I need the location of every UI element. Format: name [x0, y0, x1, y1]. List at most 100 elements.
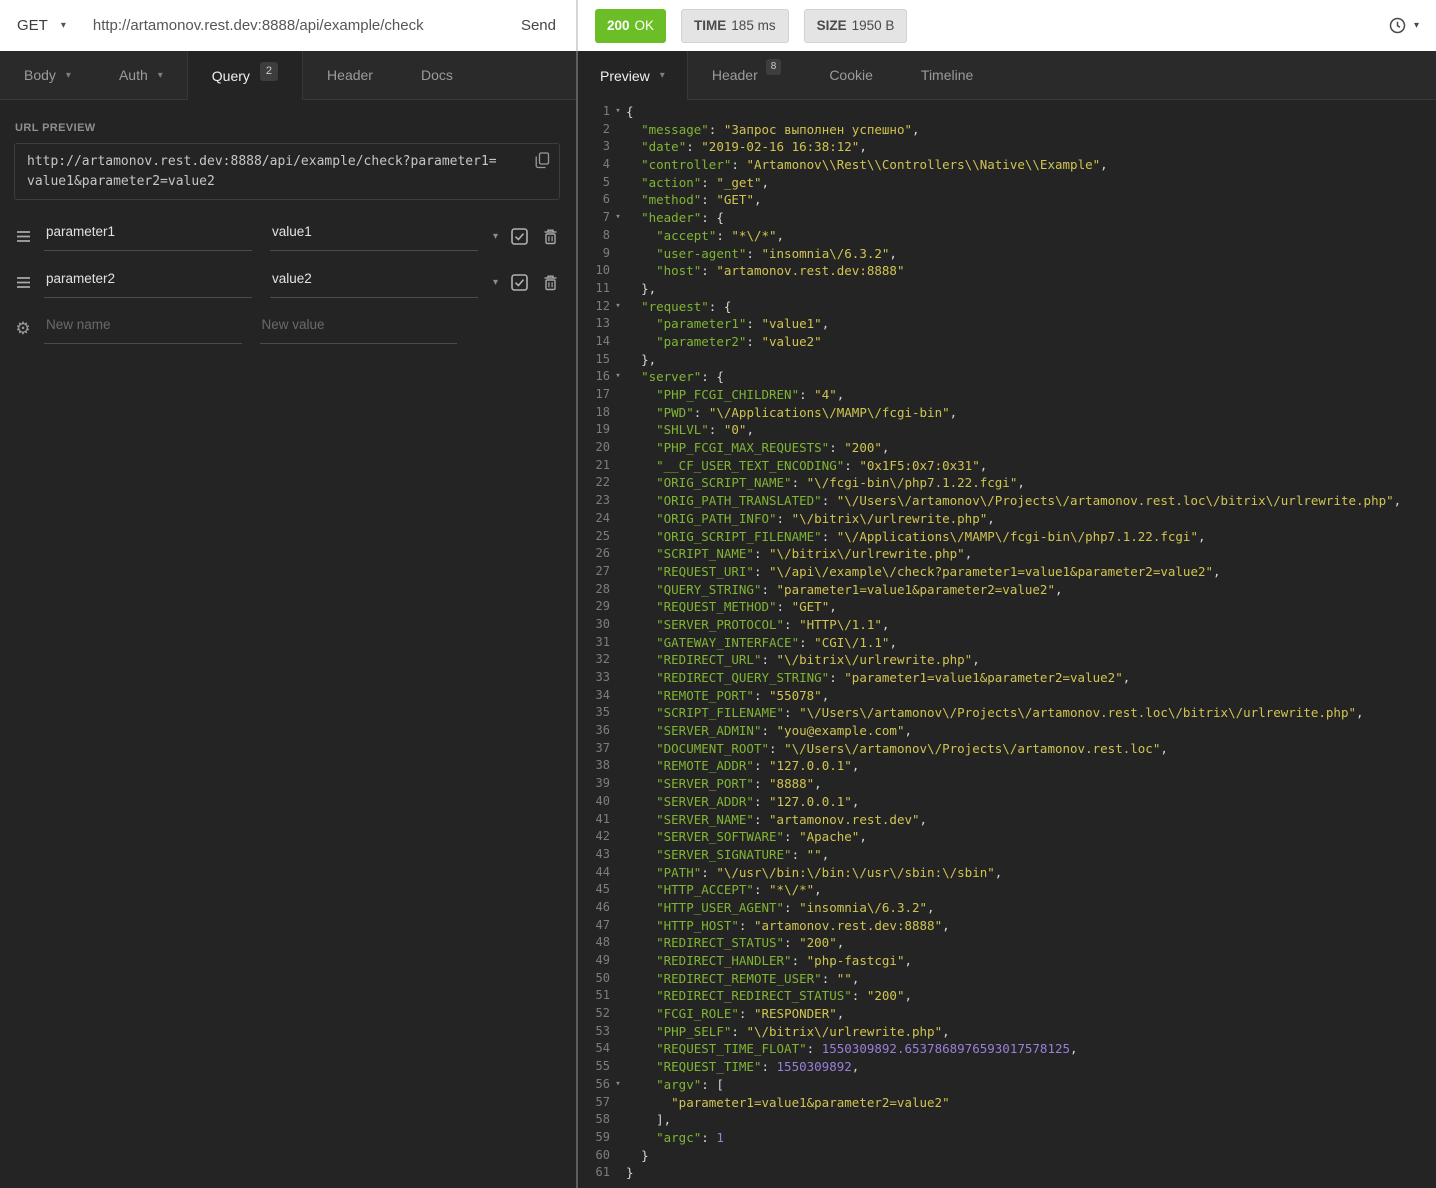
- trash-icon[interactable]: [541, 228, 559, 245]
- code-line: 42 "SERVER_SOFTWARE": "Apache",: [580, 828, 1436, 846]
- code-text: "message": "Запрос выполнен успешно",: [626, 121, 920, 139]
- code-text: "SERVER_SIGNATURE": "",: [626, 846, 829, 864]
- fold-gutter: [610, 280, 626, 298]
- tab-query[interactable]: Query 2: [187, 51, 303, 100]
- code-line: 6 "method": "GET",: [580, 191, 1436, 209]
- response-history-dropdown[interactable]: ▾: [1389, 17, 1419, 34]
- fold-gutter: [610, 722, 626, 740]
- url-input[interactable]: http://artamonov.rest.dev:8888/api/examp…: [93, 17, 521, 34]
- code-text: "SERVER_PROTOCOL": "HTTP\/1.1",: [626, 616, 889, 634]
- code-text: "HTTP_ACCEPT": "*\/*",: [626, 881, 822, 899]
- code-line: 25 "ORIG_SCRIPT_FILENAME": "\/Applicatio…: [580, 528, 1436, 546]
- code-line: 44 "PATH": "\/usr\/bin:\/bin:\/usr\/sbin…: [580, 864, 1436, 882]
- gear-icon[interactable]: ⚙: [14, 321, 32, 338]
- line-number: 35: [580, 704, 610, 722]
- query-param-row: ▾: [14, 213, 560, 260]
- tab-auth[interactable]: Auth ▾: [95, 51, 187, 99]
- line-number: 40: [580, 793, 610, 811]
- fold-toggle-icon[interactable]: ▾: [610, 298, 626, 316]
- code-text: "SERVER_NAME": "artamonov.rest.dev",: [626, 811, 927, 829]
- size-label: SIZE: [817, 18, 847, 33]
- line-number: 18: [580, 404, 610, 422]
- fold-toggle-icon[interactable]: ▾: [610, 103, 626, 121]
- code-text: "SCRIPT_FILENAME": "\/Users\/artamonov\/…: [626, 704, 1364, 722]
- code-line: 45 "HTTP_ACCEPT": "*\/*",: [580, 881, 1436, 899]
- tab-header[interactable]: Header: [303, 51, 397, 99]
- line-number: 19: [580, 421, 610, 439]
- url-preview-box: http://artamonov.rest.dev:8888/api/examp…: [14, 143, 560, 200]
- copy-icon[interactable]: [535, 152, 550, 169]
- code-line: 4 "controller": "Artamonov\\Rest\\Contro…: [580, 156, 1436, 174]
- code-text: "user-agent": "insomnia\/6.3.2",: [626, 245, 897, 263]
- request-pane: GET ▾ http://artamonov.rest.dev:8888/api…: [0, 0, 576, 1188]
- tab-cookie[interactable]: Cookie: [805, 51, 897, 99]
- code-line: 31 "GATEWAY_INTERFACE": "CGI\/1.1",: [580, 634, 1436, 652]
- code-line: 37 "DOCUMENT_ROOT": "\/Users\/artamonov\…: [580, 740, 1436, 758]
- code-text: "controller": "Artamonov\\Rest\\Controll…: [626, 156, 1108, 174]
- line-number: 12: [580, 298, 610, 316]
- fold-toggle-icon[interactable]: ▾: [610, 368, 626, 386]
- code-text: "REQUEST_TIME_FLOAT": 1550309892.6537868…: [626, 1040, 1078, 1058]
- fold-gutter: [610, 563, 626, 581]
- chevron-down-icon[interactable]: ▾: [493, 231, 498, 242]
- trash-icon[interactable]: [541, 274, 559, 291]
- new-param-name-input[interactable]: [44, 314, 242, 344]
- fold-gutter: [610, 704, 626, 722]
- line-number: 46: [580, 899, 610, 917]
- code-text: "SERVER_PORT": "8888",: [626, 775, 822, 793]
- new-param-value-input[interactable]: [260, 314, 458, 344]
- chevron-down-icon[interactable]: ▾: [493, 277, 498, 288]
- param-value-input[interactable]: [270, 268, 478, 298]
- fold-toggle-icon[interactable]: ▾: [610, 209, 626, 227]
- checkbox-checked-icon[interactable]: [510, 228, 528, 245]
- param-value-input[interactable]: [270, 221, 478, 251]
- line-number: 48: [580, 934, 610, 952]
- code-line: 28 "QUERY_STRING": "parameter1=value1&pa…: [580, 581, 1436, 599]
- drag-handle-icon[interactable]: [14, 276, 32, 289]
- fold-gutter: [610, 1164, 626, 1182]
- code-text: "SERVER_ADMIN": "you@example.com",: [626, 722, 912, 740]
- line-number: 49: [580, 952, 610, 970]
- tab-response-header[interactable]: Header 8: [688, 51, 805, 99]
- clock-icon: [1389, 17, 1406, 34]
- line-number: 42: [580, 828, 610, 846]
- response-body: 1▾{2 "message": "Запрос выполнен успешно…: [578, 100, 1436, 1188]
- code-text: "parameter1=value1&parameter2=value2": [626, 1094, 950, 1112]
- param-name-input[interactable]: [44, 221, 252, 251]
- method-dropdown[interactable]: GET ▾: [17, 17, 66, 34]
- fold-gutter: [610, 740, 626, 758]
- code-line: 27 "REQUEST_URI": "\/api\/example\/check…: [580, 563, 1436, 581]
- fold-gutter: [610, 474, 626, 492]
- code-text: "ORIG_SCRIPT_NAME": "\/fcgi-bin\/php7.1.…: [626, 474, 1025, 492]
- line-number: 5: [580, 174, 610, 192]
- line-number: 6: [580, 191, 610, 209]
- query-editor: URL PREVIEW http://artamonov.rest.dev:88…: [0, 100, 576, 1188]
- code-line: 23 "ORIG_PATH_TRANSLATED": "\/Users\/art…: [580, 492, 1436, 510]
- code-text: "ORIG_PATH_TRANSLATED": "\/Users\/artamo…: [626, 492, 1401, 510]
- code-line: 29 "REQUEST_METHOD": "GET",: [580, 598, 1436, 616]
- param-name-input[interactable]: [44, 268, 252, 298]
- tab-preview[interactable]: Preview ▾: [578, 51, 688, 100]
- code-text: "method": "GET",: [626, 191, 762, 209]
- fold-gutter: [610, 191, 626, 209]
- code-text: "SERVER_SOFTWARE": "Apache",: [626, 828, 867, 846]
- code-text: "REDIRECT_STATUS": "200",: [626, 934, 844, 952]
- line-number: 26: [580, 545, 610, 563]
- code-line: 14 "parameter2": "value2": [580, 333, 1436, 351]
- fold-toggle-icon[interactable]: ▾: [610, 1076, 626, 1094]
- fold-gutter: [610, 1147, 626, 1165]
- line-number: 13: [580, 315, 610, 333]
- tab-label: Timeline: [921, 67, 973, 83]
- fold-gutter: [610, 386, 626, 404]
- checkbox-checked-icon[interactable]: [510, 274, 528, 291]
- code-line: 40 "SERVER_ADDR": "127.0.0.1",: [580, 793, 1436, 811]
- fold-gutter: [610, 121, 626, 139]
- tab-docs[interactable]: Docs: [397, 51, 477, 99]
- code-line: 50 "REDIRECT_REMOTE_USER": "",: [580, 970, 1436, 988]
- fold-gutter: [610, 404, 626, 422]
- tab-body[interactable]: Body ▾: [0, 51, 95, 99]
- send-button[interactable]: Send: [521, 17, 556, 34]
- drag-handle-icon[interactable]: [14, 230, 32, 243]
- line-number: 45: [580, 881, 610, 899]
- tab-timeline[interactable]: Timeline: [897, 51, 997, 99]
